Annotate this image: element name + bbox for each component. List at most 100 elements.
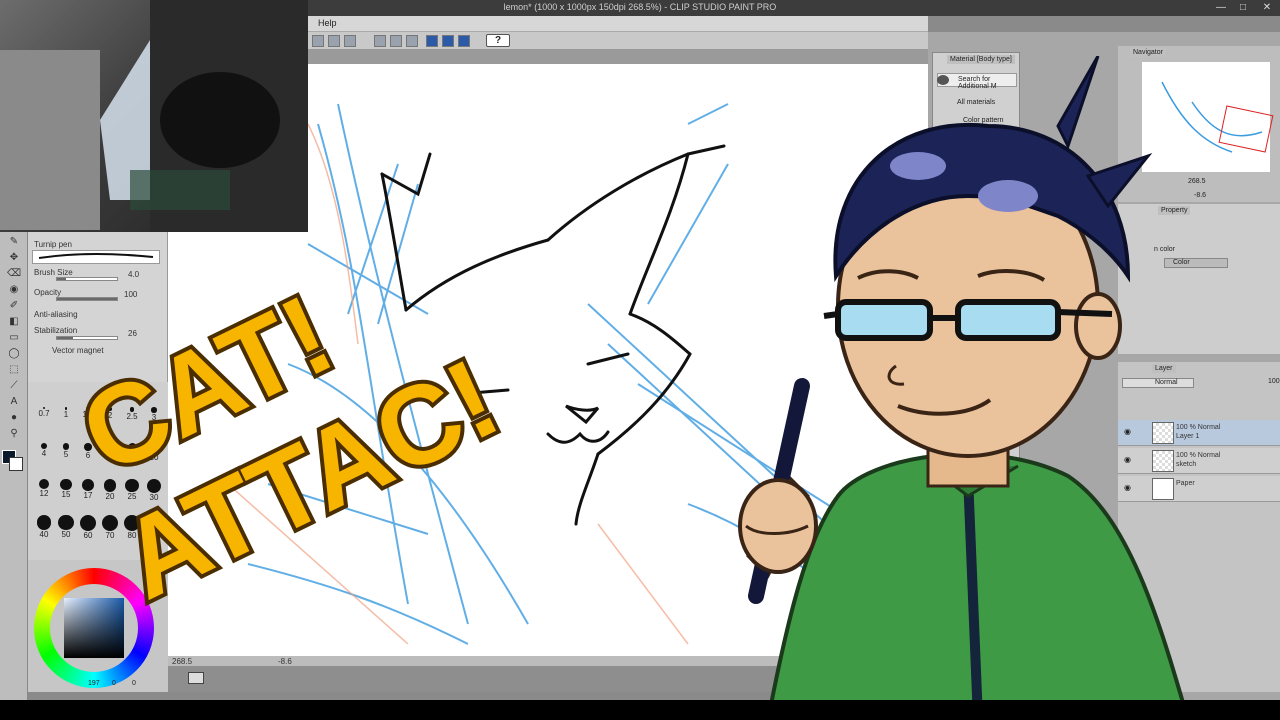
opacity-value[interactable]: 100 [124, 290, 137, 299]
layer-row[interactable]: ◉ Paper [1118, 476, 1280, 502]
gradient-tool-icon[interactable]: ◧ [7, 316, 21, 328]
menu-help[interactable]: Help [318, 18, 337, 28]
snap-icon[interactable] [426, 35, 438, 47]
brush-size-dot-icon [105, 443, 115, 452]
clip-studio-window: lemon* (1000 x 1000px 150dpi 268.5%) - C… [0, 0, 1280, 700]
help-button[interactable]: ? [486, 34, 510, 47]
saturation-value-square[interactable] [64, 598, 124, 658]
command-bar: ? [308, 32, 928, 50]
brush-size-preset[interactable]: 3 [144, 406, 164, 428]
eraser-tool-icon[interactable]: ⌫ [7, 268, 21, 280]
color-readout-v: 0 [132, 680, 136, 687]
property-panel: Property n color Color [1118, 204, 1280, 354]
eye-icon[interactable]: ◉ [1124, 427, 1131, 436]
stabilization-value[interactable]: 26 [128, 329, 137, 338]
brush-size-label: 7 [107, 451, 113, 461]
stabilization-slider[interactable] [56, 336, 118, 340]
move-tool-icon[interactable]: ✥ [7, 252, 21, 264]
brush-size-slider[interactable] [56, 277, 118, 281]
toolbar-button[interactable] [312, 35, 324, 47]
webcam-feed [0, 0, 308, 232]
layer-row[interactable]: ◉ 100 % Normal sketch [1118, 448, 1280, 474]
material-all[interactable]: All materials [957, 99, 995, 106]
tool-name: Turnip pen [34, 240, 72, 249]
brush-size-preset[interactable]: 17 [78, 478, 98, 500]
brush-size-preset[interactable]: 50 [56, 514, 76, 539]
navigator-rotation[interactable]: -8.6 [1194, 192, 1206, 199]
maximize-button[interactable]: □ [1234, 1, 1252, 14]
brush-size-preset[interactable]: 40 [34, 514, 54, 539]
property-tab[interactable]: Property [1158, 206, 1191, 215]
material-search[interactable]: Search for Additional M [937, 73, 1017, 90]
ellipse-tool-icon[interactable]: ◯ [7, 348, 21, 360]
layer-opacity-value[interactable]: 100 [1268, 378, 1280, 385]
brush-tool-icon[interactable]: ✐ [7, 300, 21, 312]
close-button[interactable]: ✕ [1258, 1, 1276, 14]
timeline-icon[interactable] [188, 672, 204, 684]
figure-tool-icon[interactable]: ▭ [7, 332, 21, 344]
brush-size-preset[interactable]: 10 [144, 442, 164, 464]
layer-row[interactable]: ◉ 100 % Normal Layer 1 [1118, 420, 1280, 446]
layer-tab[interactable]: Layer [1152, 364, 1176, 373]
material-panel: Material [Body type] Search for Addition… [932, 52, 1020, 492]
color-wheel[interactable] [34, 568, 154, 688]
text-tool-icon[interactable]: A [7, 396, 21, 408]
brush-size-preset[interactable]: 6 [78, 442, 98, 464]
brush-size-dot-icon [103, 479, 117, 492]
brush-size-preset[interactable]: 30 [144, 478, 164, 502]
ruler-tool-icon[interactable]: ⟋ [7, 380, 21, 392]
brush-size-preset[interactable]: 20 [100, 478, 120, 501]
material-color-pattern[interactable]: Color pattern [963, 117, 1003, 124]
eye-icon[interactable]: ◉ [1124, 483, 1131, 492]
sub-color-swatch[interactable] [9, 457, 23, 471]
toolbar-button[interactable] [328, 35, 340, 47]
opacity-slider[interactable] [56, 297, 118, 301]
toolbar-button[interactable] [390, 35, 402, 47]
eye-icon[interactable]: ◉ [1124, 455, 1131, 464]
eyedropper-tool-icon[interactable]: ⚲ [7, 428, 21, 440]
brush-size-preset[interactable]: 4 [34, 442, 54, 464]
brush-size-preset[interactable]: 1.5 [78, 406, 98, 428]
brush-size-preset[interactable]: 70 [100, 514, 120, 540]
zoom-readout[interactable]: 268.5 [172, 657, 192, 666]
navigator-preview[interactable] [1142, 62, 1274, 172]
brush-size-preset[interactable]: 100 [144, 514, 164, 540]
brush-size-preset[interactable]: 15 [56, 478, 76, 500]
balloon-tool-icon[interactable]: ● [7, 412, 21, 424]
brush-size-preset[interactable]: 25 [122, 478, 142, 501]
fill-tool-icon[interactable]: ◉ [7, 284, 21, 296]
brush-size-label: 8 [129, 452, 135, 461]
brush-stroke-preview [32, 250, 160, 264]
vector-magnet-label: Vector magnet [52, 346, 104, 355]
toolbar-button[interactable] [374, 35, 386, 47]
brush-size-value[interactable]: 4.0 [128, 270, 139, 279]
pen-tool-icon[interactable]: ✎ [7, 236, 21, 248]
brush-size-preset[interactable]: 1 [56, 406, 76, 428]
brush-size-preset[interactable]: 12 [34, 478, 54, 500]
brush-size-preset[interactable]: 0.7 [34, 406, 54, 428]
brush-size-preset[interactable]: 2.5 [122, 406, 142, 428]
brush-size-preset[interactable]: 8 [122, 442, 142, 464]
brush-size-preset[interactable]: 80 [122, 514, 142, 540]
brush-size-dot-icon [146, 515, 162, 531]
blend-mode-select[interactable]: Normal [1122, 378, 1194, 388]
minimize-button[interactable]: — [1212, 1, 1230, 14]
brush-size-preset[interactable]: 60 [78, 514, 98, 540]
brush-size-label: 40 [39, 529, 49, 539]
toolbar-button[interactable] [344, 35, 356, 47]
material-tab[interactable]: Material [Body type] [947, 55, 1015, 64]
toolbar-button[interactable] [406, 35, 418, 47]
rotation-readout[interactable]: -8.6 [278, 657, 292, 666]
navigator-tab[interactable]: Navigator [1130, 48, 1166, 57]
color-readout-h: 197 [88, 680, 100, 687]
navigator-zoom[interactable]: 268.5 [1188, 178, 1206, 185]
property-color-select[interactable]: Color [1164, 258, 1228, 268]
selection-tool-icon[interactable]: ⬚ [7, 364, 21, 376]
snap-icon[interactable] [458, 35, 470, 47]
snap-icon[interactable] [442, 35, 454, 47]
brush-size-preset[interactable]: 2 [100, 406, 120, 428]
brush-size-label: 6 [85, 450, 91, 460]
layer-mode: 100 % Normal [1176, 452, 1221, 459]
brush-size-preset[interactable]: 5 [56, 442, 76, 464]
brush-size-preset[interactable]: 7 [100, 442, 120, 464]
